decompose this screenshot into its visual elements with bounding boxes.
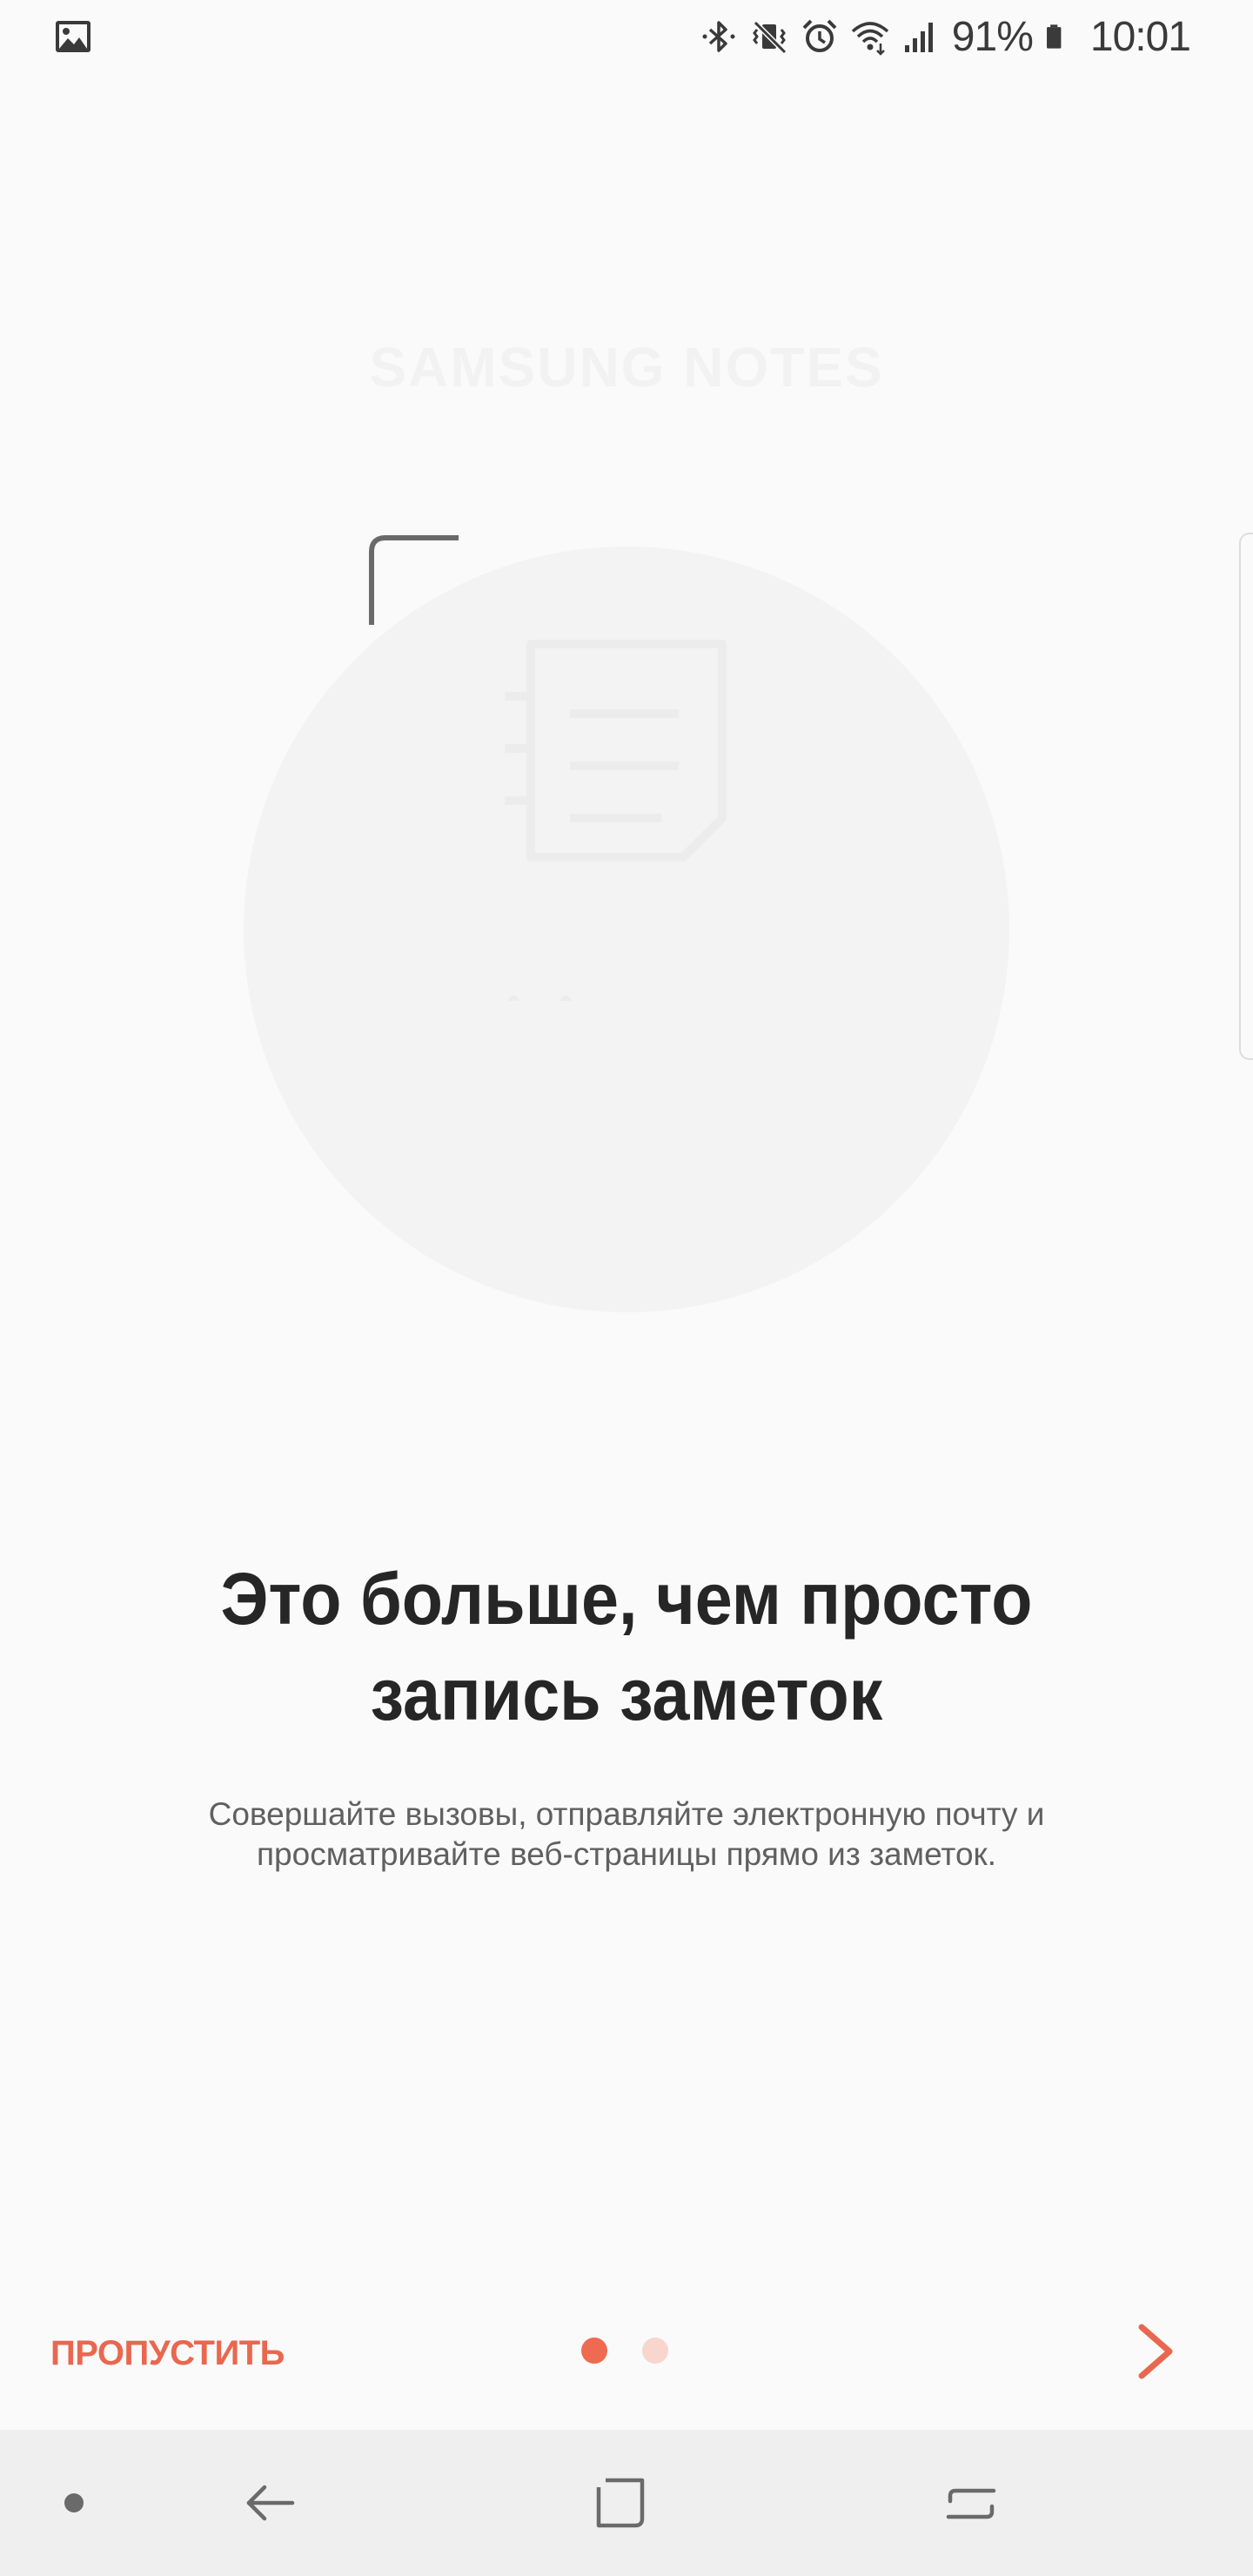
bluetooth-icon <box>702 21 735 52</box>
clock: 10:01 <box>1089 13 1191 60</box>
corner-bracket-graphic <box>369 535 459 625</box>
chevron-right-icon[interactable] <box>1131 2320 1180 2383</box>
status-bar: 91% 10:01 <box>0 0 1253 73</box>
app-brand-name: SAMSUNG NOTES <box>369 336 884 399</box>
signal-icon <box>904 23 933 52</box>
notebook-illustration <box>505 640 727 1001</box>
recents-icon <box>946 2488 996 2519</box>
status-icons: 91% 10:01 <box>700 0 1191 73</box>
alarm-icon <box>802 19 837 52</box>
back-icon <box>246 2485 295 2521</box>
skip-button[interactable]: ПРОПУСТИТЬ <box>50 2329 285 2378</box>
battery-icon <box>1046 24 1062 49</box>
wifi-icon <box>851 22 888 56</box>
navigation-bar <box>0 2430 1253 2576</box>
onboarding-headline: Это больше, чем просто запись заметок <box>220 1558 1033 1735</box>
page-dot-active <box>581 2338 607 2364</box>
home-icon <box>596 2478 645 2528</box>
onboarding-screen: 91% 10:01 SAMSUNG NOTES Это больше, чем … <box>0 0 1253 2576</box>
edge-panel-handle[interactable] <box>1239 533 1253 1060</box>
onboarding-description: Совершайте вызовы, отправляйте электронн… <box>208 1796 1045 1872</box>
nav-back-button[interactable] <box>226 2430 313 2576</box>
image-icon <box>56 21 90 52</box>
vibrate-mute-icon <box>752 20 787 55</box>
nav-dot-button[interactable] <box>52 2430 96 2576</box>
nav-recents-button[interactable] <box>928 2430 1015 2576</box>
battery-percent: 91% <box>951 13 1034 60</box>
page-dot <box>642 2338 668 2364</box>
page-indicator <box>581 2338 668 2364</box>
nav-home-button[interactable] <box>578 2430 665 2576</box>
dot-icon <box>64 2493 84 2512</box>
